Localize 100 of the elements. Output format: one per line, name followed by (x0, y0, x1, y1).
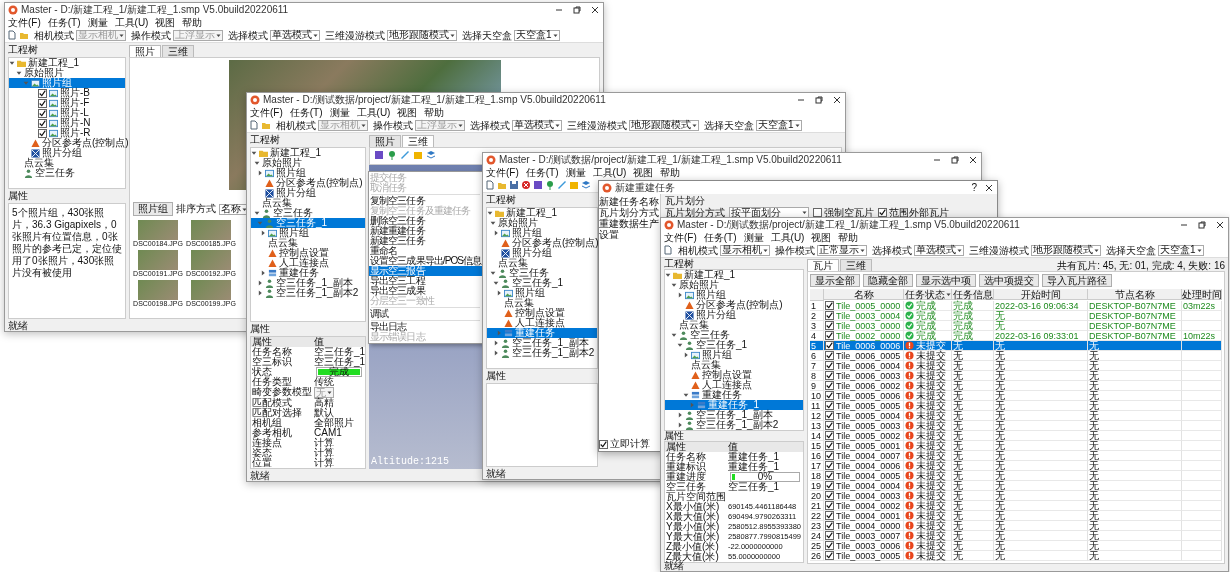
menu-item[interactable]: 工具(U) (114, 16, 149, 28)
checkbox[interactable] (825, 491, 834, 500)
expander-icon[interactable] (671, 332, 677, 338)
tree-item[interactable]: 空三任务_1_副本2 (665, 420, 803, 430)
expander-icon[interactable] (260, 230, 266, 236)
checkbox[interactable] (825, 321, 834, 330)
tree-item[interactable]: 点云集 (9, 158, 125, 168)
toolbar-button[interactable]: 显示选中项 (916, 274, 976, 287)
checkbox[interactable] (825, 301, 834, 310)
expander-icon[interactable] (490, 220, 496, 226)
expander-icon[interactable] (9, 60, 15, 66)
tree-item[interactable]: 分区参考点(控制点) (487, 238, 597, 248)
table-row[interactable]: 22 Tile_0004_0001 未提交 无 无 无 (810, 511, 1222, 521)
ruler-icon[interactable] (557, 180, 567, 190)
checkbox[interactable] (825, 331, 834, 340)
nav-item[interactable]: 重建数据生产 (599, 218, 660, 229)
checkbox[interactable] (825, 351, 834, 360)
checkbox[interactable] (825, 531, 834, 540)
expander-icon[interactable] (16, 70, 22, 76)
tree-item[interactable]: 控制点设置 (487, 308, 597, 318)
tree-item[interactable]: 人工连接点 (251, 258, 365, 268)
tree-item[interactable]: 照片组 (9, 78, 125, 88)
tab[interactable]: 三维 (162, 45, 194, 57)
checkbox[interactable] (825, 481, 834, 490)
menu-item[interactable]: 工具(U) (592, 166, 627, 178)
table-row[interactable]: 13 Tile_0005_0003 未提交 无 无 无 (810, 421, 1222, 431)
tree-item[interactable]: 原始照片 (9, 68, 125, 78)
table-row[interactable]: 20 Tile_0004_0003 未提交 无 无 无 (810, 491, 1222, 501)
square-icon[interactable] (533, 180, 543, 190)
expander-icon[interactable] (254, 160, 260, 166)
table-row[interactable]: 9 Tile_0006_0002 未提交 无 无 无 (810, 381, 1222, 391)
close-icon[interactable] (984, 182, 994, 193)
tree-item[interactable]: 重建任务 (251, 268, 365, 278)
tree-item[interactable]: 原始照片 (665, 280, 803, 290)
ruler-icon[interactable] (400, 150, 410, 160)
table-row[interactable]: 21 Tile_0004_0002 未提交 无 无 无 (810, 501, 1222, 511)
photo-thumbnail[interactable] (138, 280, 178, 300)
tree-item[interactable]: 重建任务 (487, 328, 597, 338)
mode-dropdown[interactable]: 地形跟随模式 (387, 29, 457, 41)
table-row[interactable]: 18 Tile_0004_0005 未提交 无 无 无 (810, 471, 1222, 481)
checkbox[interactable] (825, 381, 834, 390)
toolbar-button[interactable]: 显示全部 (810, 274, 860, 287)
tree-item[interactable]: 点云集 (487, 298, 597, 308)
menu-item[interactable]: 任务(T) (525, 166, 559, 178)
tree-item[interactable]: 原始照片 (487, 218, 597, 228)
tree-item[interactable]: 点云集 (665, 360, 803, 370)
checkbox[interactable] (599, 439, 608, 449)
menu-item[interactable]: 新建重建任务 (369, 226, 482, 236)
photo-thumbnail[interactable] (191, 220, 231, 240)
menu-item[interactable]: 视图 (633, 166, 654, 178)
checkbox[interactable] (825, 461, 834, 470)
expander-icon[interactable] (493, 350, 499, 356)
tree-item[interactable]: 空三任务_1_副本 (487, 338, 597, 348)
tree-item[interactable]: 照片分组 (251, 188, 365, 198)
checkbox[interactable] (825, 541, 834, 550)
mode-dropdown[interactable]: 单选模式 (270, 29, 320, 41)
table-row[interactable]: 19 Tile_0004_0004 未提交 无 无 无 (810, 481, 1222, 491)
stop-icon[interactable] (521, 180, 531, 190)
square-icon[interactable] (374, 150, 384, 160)
checkbox[interactable] (825, 431, 834, 440)
menu-item[interactable]: 视图 (397, 106, 418, 118)
expander-icon[interactable] (490, 270, 496, 276)
menu-item[interactable]: 测量 (329, 106, 350, 118)
tree-item[interactable]: 人工连接点 (487, 318, 597, 328)
tree-item[interactable]: 空三任务_1 (665, 340, 803, 350)
expander-icon[interactable] (677, 292, 683, 298)
expander-icon[interactable] (683, 352, 689, 358)
checkbox[interactable] (825, 401, 834, 410)
mode-dropdown[interactable]: 地形跟随模式 (629, 119, 699, 131)
help-button[interactable]: ? (967, 182, 981, 193)
tree-item[interactable]: 点云集 (487, 258, 597, 268)
expander-icon[interactable] (260, 270, 266, 276)
toolbar-button[interactable]: 隐藏全部 (863, 274, 913, 287)
checkbox[interactable] (38, 88, 47, 98)
expander-icon[interactable] (665, 272, 671, 278)
checkbox[interactable] (825, 311, 834, 320)
checkbox[interactable] (825, 551, 834, 560)
menu-item[interactable]: 任务(T) (289, 106, 323, 118)
checkbox[interactable] (825, 471, 834, 480)
tree-item[interactable]: 照片-R (9, 128, 125, 138)
mode-dropdown[interactable]: 天空盒1 (756, 119, 802, 131)
save-icon[interactable] (509, 180, 519, 190)
column-header[interactable]: 开始时间 (994, 289, 1088, 300)
menu-item[interactable]: 工具(U) (356, 106, 391, 118)
tree-item[interactable]: 照片组 (251, 228, 365, 238)
mode-dropdown[interactable]: 单选模式 (914, 244, 964, 256)
new-file-icon[interactable] (7, 30, 17, 40)
menu-item[interactable]: 帮助 (660, 166, 681, 178)
checkbox[interactable] (825, 511, 834, 520)
close-icon[interactable] (832, 94, 842, 105)
expander-icon[interactable] (677, 412, 683, 418)
tree-item[interactable]: 照片分组 (665, 310, 803, 320)
table-row[interactable]: 6 Tile_0006_0005 未提交 无 无 无 (810, 351, 1222, 361)
table-row[interactable]: 10 Tile_0005_0006 未提交 无 无 无 (810, 391, 1222, 401)
tree-item[interactable]: 重建任务 (665, 390, 803, 400)
expander-icon[interactable] (257, 170, 263, 176)
tree-item[interactable]: 照片-B (9, 88, 125, 98)
table-row[interactable]: 14 Tile_0005_0002 未提交 无 无 无 (810, 431, 1222, 441)
menu-item[interactable]: 显示空三报告 (369, 266, 482, 276)
expander-icon[interactable] (257, 290, 263, 296)
